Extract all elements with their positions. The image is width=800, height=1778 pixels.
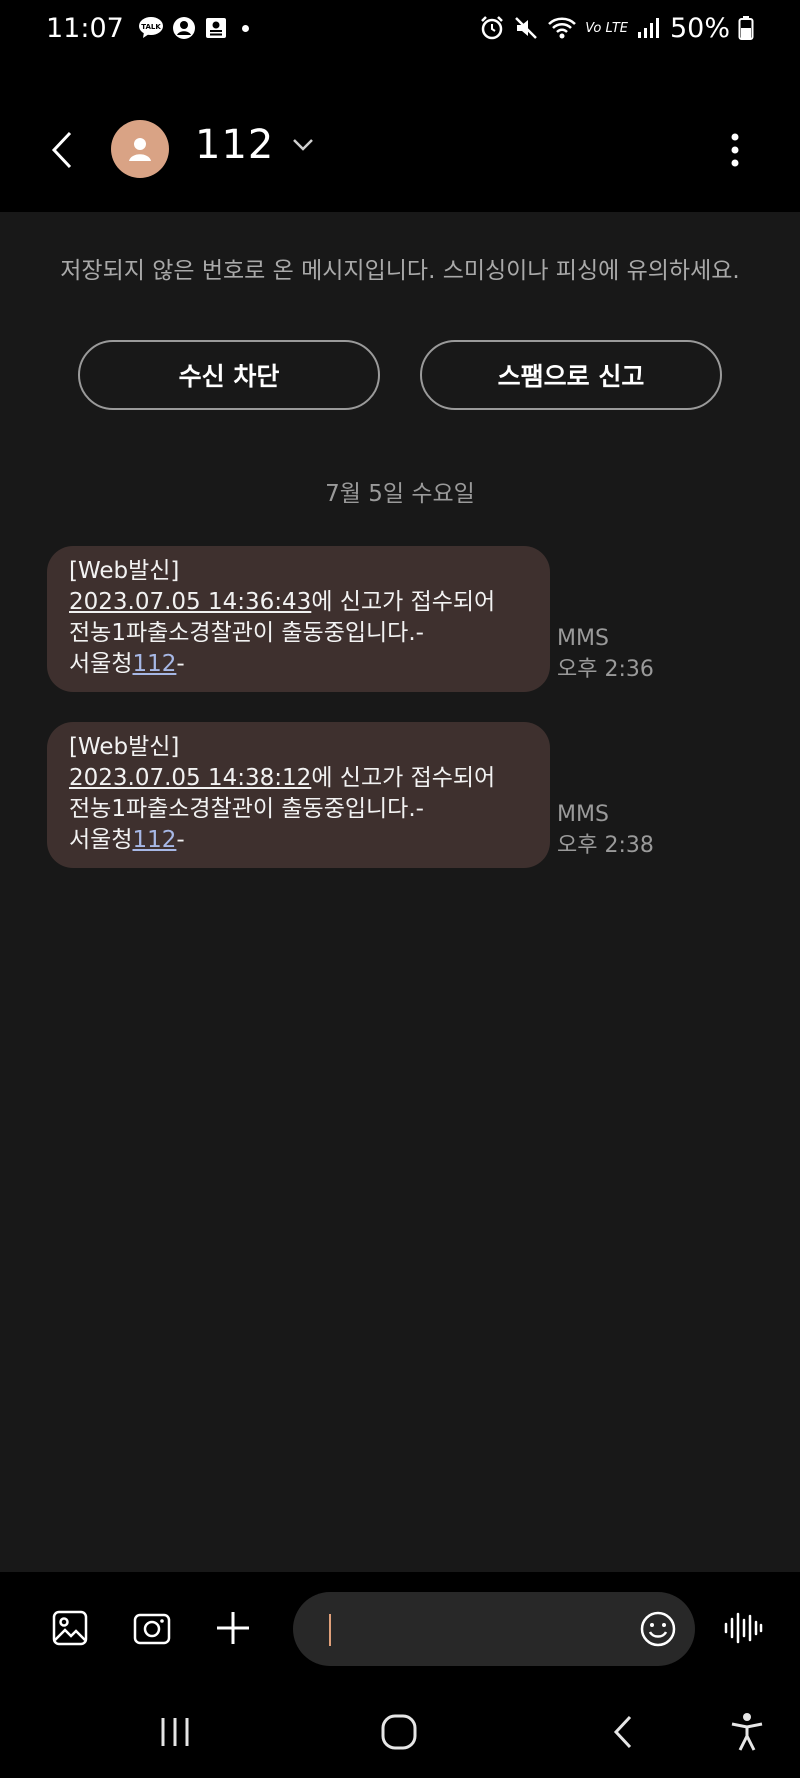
- message-text: 서울청: [69, 827, 133, 853]
- message-time: 오후 2:36: [557, 657, 654, 682]
- more-vert-icon: [731, 133, 739, 167]
- back-nav-icon: [611, 1714, 635, 1750]
- camera-button[interactable]: [131, 1607, 173, 1649]
- back-icon: [50, 130, 74, 170]
- signal-icon: [636, 16, 662, 40]
- camera-icon: [133, 1611, 171, 1645]
- status-time: 11:07: [46, 12, 124, 44]
- voice-icon: [723, 1610, 763, 1646]
- navigation-bar: [0, 1684, 800, 1778]
- message-line: 서울청112-: [69, 649, 528, 680]
- message-time: 오후 2:38: [557, 833, 654, 858]
- message-composer: [0, 1572, 800, 1684]
- message-line: [Web발신]: [69, 734, 180, 760]
- emoji-button[interactable]: [638, 1609, 678, 1649]
- recent-apps-icon: [158, 1716, 192, 1748]
- message-text: 에 신고가 접수되어: [311, 589, 496, 615]
- alarm-icon: [479, 15, 505, 41]
- emoji-icon: [639, 1610, 677, 1648]
- kakaotalk-icon: TALK: [138, 16, 164, 40]
- contact-name: 112: [195, 122, 275, 168]
- avatar[interactable]: [111, 120, 169, 178]
- text-cursor: [329, 1614, 331, 1646]
- message-input[interactable]: [293, 1592, 695, 1666]
- battery-icon: [738, 15, 754, 41]
- conversation-header: 112: [0, 100, 800, 200]
- status-bar: 11:07 TALK Vo LTE 50%: [0, 0, 800, 56]
- gallery-icon: [52, 1610, 88, 1646]
- message-type: MMS: [557, 626, 609, 651]
- accessibility-button[interactable]: [725, 1710, 769, 1754]
- phone-number-link[interactable]: 112: [132, 827, 176, 853]
- gallery-button[interactable]: [49, 1607, 91, 1649]
- back-nav-button[interactable]: [601, 1710, 645, 1754]
- message-line: 전농1파출소경찰관이 출동중입니다.-: [69, 796, 424, 822]
- network-label: Vo LTE: [585, 20, 628, 36]
- recent-apps-button[interactable]: [153, 1710, 197, 1754]
- message-line: [Web발신]: [69, 558, 180, 584]
- message-bubble[interactable]: [Web발신] 2023.07.05 14:36:43에 신고가 접수되어 전농…: [47, 546, 550, 692]
- message-meta: MMS 오후 2:38: [557, 799, 654, 861]
- conversation-area[interactable]: 저장되지 않은 번호로 온 메시지입니다. 스미싱이나 피싱에 유의하세요. 수…: [0, 212, 800, 1572]
- message-line: 2023.07.05 14:38:12에 신고가 접수되어: [69, 763, 528, 794]
- message-line: 2023.07.05 14:36:43에 신고가 접수되어: [69, 587, 528, 618]
- contact-name-button[interactable]: 112: [195, 122, 314, 168]
- avatar-icon: [125, 134, 155, 164]
- status-right: Vo LTE 50%: [479, 13, 754, 44]
- home-button[interactable]: [377, 1710, 421, 1754]
- chevron-down-icon: [292, 138, 314, 152]
- dot-icon: [241, 24, 249, 32]
- message-text: -: [176, 827, 185, 853]
- message-text: 서울청: [69, 651, 133, 677]
- message-meta: MMS 오후 2:36: [557, 623, 654, 685]
- message-line: 서울청112-: [69, 825, 528, 856]
- date-divider: 7월 5일 수요일: [325, 481, 475, 507]
- back-button[interactable]: [44, 128, 80, 172]
- voice-record-button[interactable]: [722, 1607, 764, 1649]
- svg-text:TALK: TALK: [141, 23, 161, 31]
- profile-icon: [172, 16, 196, 40]
- add-attachment-button[interactable]: [212, 1607, 254, 1649]
- message-text: -: [176, 651, 185, 677]
- accessibility-icon: [730, 1712, 764, 1752]
- mute-icon: [513, 15, 539, 41]
- message-text: 에 신고가 접수되어: [311, 765, 496, 791]
- home-icon: [380, 1713, 418, 1751]
- message-bubble[interactable]: [Web발신] 2023.07.05 14:38:12에 신고가 접수되어 전농…: [47, 722, 550, 868]
- status-left: 11:07 TALK: [46, 13, 249, 44]
- report-spam-button[interactable]: 스팸으로 신고: [420, 340, 722, 410]
- battery-percent: 50%: [669, 12, 730, 44]
- plus-icon: [215, 1610, 251, 1646]
- more-options-button[interactable]: [720, 128, 750, 172]
- wifi-icon: [547, 15, 577, 41]
- contact-card-icon: [204, 16, 228, 40]
- message-type: MMS: [557, 802, 609, 827]
- block-number-button[interactable]: 수신 차단: [78, 340, 380, 410]
- phone-number-link[interactable]: 112: [132, 651, 176, 677]
- message-line: 전농1파출소경찰관이 출동중입니다.-: [69, 620, 424, 646]
- message-datetime-link[interactable]: 2023.07.05 14:38:12: [69, 765, 311, 791]
- message-datetime-link[interactable]: 2023.07.05 14:36:43: [69, 589, 311, 615]
- unsaved-number-warning: 저장되지 않은 번호로 온 메시지입니다. 스미싱이나 피싱에 유의하세요.: [60, 258, 740, 284]
